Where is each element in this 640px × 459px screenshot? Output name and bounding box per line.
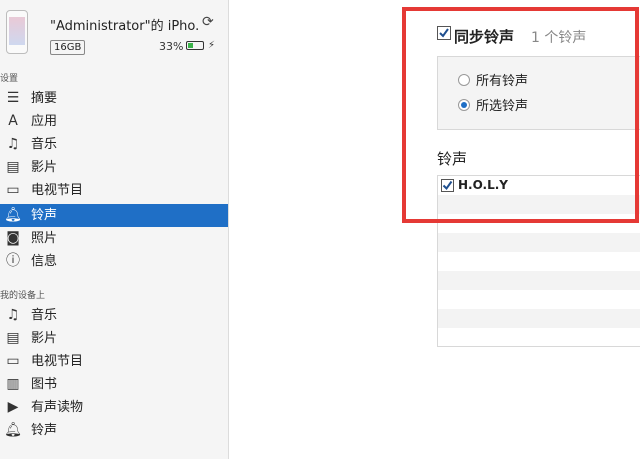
sidebar-item-photos[interactable]: ◙ 照片: [0, 227, 228, 250]
bell-icon: 🔔︎: [4, 207, 22, 223]
device-name: "Administrator"的 iPho...: [50, 19, 200, 34]
device-item-audiobooks[interactable]: ▶ 有声读物: [0, 396, 228, 419]
bell-icon: 🔔︎: [4, 422, 22, 438]
empty-row: [438, 328, 640, 347]
tv-icon: ▭: [6, 182, 20, 198]
device-item-films[interactable]: ▤ 影片: [0, 327, 228, 350]
sidebar-item-label: 音乐: [31, 137, 58, 152]
device-item-books[interactable]: ▥ 图书: [0, 373, 228, 396]
film-icon: ▤: [6, 330, 20, 346]
sidebar-item-label: 音乐: [31, 308, 58, 323]
sidebar-item-label: 铃声: [31, 208, 58, 223]
capacity-badge: 16GB: [50, 40, 86, 55]
sidebar-item-label: 信息: [31, 254, 58, 269]
apps-icon: A: [8, 113, 18, 129]
book-icon: ▥: [6, 376, 20, 392]
charging-icon: ⚡: [208, 40, 216, 51]
tv-icon: ▭: [6, 353, 20, 369]
music-icon: ♫: [6, 307, 20, 323]
info-icon: ⓘ: [6, 253, 20, 269]
empty-row: [438, 271, 640, 290]
sidebar-item-label: 影片: [31, 331, 58, 346]
empty-row: [438, 252, 640, 271]
section-on-my-device: 我的设备上: [0, 291, 46, 301]
sidebar: "Administrator"的 iPho... ⟳ 16GB 33% ⚡ 设置…: [0, 0, 229, 459]
sidebar-item-films[interactable]: ▤ 影片: [0, 156, 228, 179]
camera-icon: ◙: [6, 230, 20, 246]
empty-row: [438, 233, 640, 252]
sidebar-item-label: 影片: [31, 160, 58, 175]
empty-row: [438, 290, 640, 309]
sidebar-item-label: 照片: [31, 231, 58, 246]
iphone-icon: [6, 10, 28, 54]
music-icon: ♫: [6, 136, 20, 152]
sidebar-item-info[interactable]: ⓘ 信息: [0, 250, 228, 273]
device-header[interactable]: "Administrator"的 iPho... ⟳ 16GB 33% ⚡: [0, 0, 229, 68]
empty-row: [438, 309, 640, 328]
audiobook-icon: ▶: [7, 399, 19, 415]
sidebar-item-summary[interactable]: ☰ 摘要: [0, 87, 228, 110]
sidebar-item-music[interactable]: ♫ 音乐: [0, 133, 228, 156]
highlight-annotation-box: [402, 7, 639, 223]
sidebar-item-label: 有声读物: [31, 400, 84, 415]
sidebar-item-label: 电视节目: [31, 354, 84, 369]
summary-icon: ☰: [6, 90, 20, 106]
battery-icon: [186, 41, 204, 50]
sync-icon[interactable]: ⟳: [202, 14, 214, 30]
sidebar-item-label: 图书: [31, 377, 58, 392]
device-item-tv[interactable]: ▭ 电视节目: [0, 350, 228, 373]
film-icon: ▤: [6, 159, 20, 175]
device-item-ringtones[interactable]: 🔔︎ 铃声: [0, 419, 228, 442]
section-settings: 设置: [0, 74, 19, 84]
sidebar-item-ringtones[interactable]: 🔔︎ 铃声: [0, 204, 228, 227]
battery-percent: 33%: [159, 40, 184, 53]
sidebar-item-label: 摘要: [31, 91, 58, 106]
device-item-music[interactable]: ♫ 音乐: [0, 304, 228, 327]
sidebar-item-label: 电视节目: [31, 183, 84, 198]
sidebar-item-label: 铃声: [31, 423, 58, 438]
sidebar-item-label: 应用: [31, 114, 58, 129]
sidebar-item-apps[interactable]: A 应用: [0, 110, 228, 133]
sidebar-item-tv[interactable]: ▭ 电视节目: [0, 179, 228, 202]
